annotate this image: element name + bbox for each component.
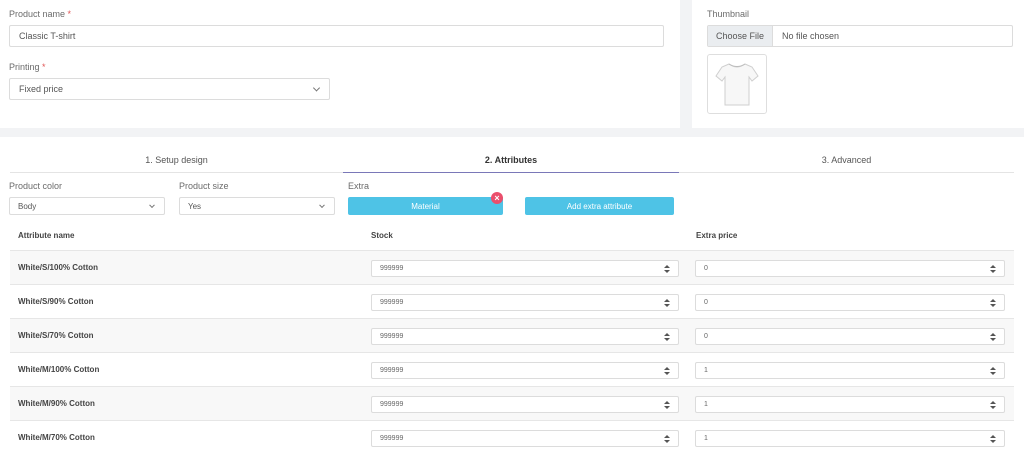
table-row: White/M/100% Cotton 999999 1 — [10, 352, 1014, 386]
spinner-icon[interactable] — [990, 299, 996, 307]
product-color-value: Body — [18, 201, 37, 211]
extra-price-input[interactable]: 1 — [695, 362, 1005, 379]
extra-label: Extra — [348, 181, 370, 191]
product-color-label: Product color — [9, 181, 63, 191]
stock-input[interactable]: 999999 — [371, 260, 679, 277]
tab-attributes[interactable]: 2. Attributes — [343, 146, 679, 173]
attribute-name: White/S/100% Cotton — [18, 263, 99, 272]
product-info-card — [0, 0, 680, 128]
table-row: White/M/70% Cotton 999999 1 — [10, 420, 1014, 453]
product-color-select[interactable]: Body — [9, 197, 165, 215]
file-status: No file chosen — [782, 31, 840, 41]
spinner-icon[interactable] — [664, 367, 670, 375]
tshirt-icon — [715, 63, 759, 106]
attribute-name: White/M/90% Cotton — [18, 399, 95, 408]
extra-price-input[interactable]: 1 — [695, 396, 1005, 413]
column-header-stock: Stock — [371, 231, 393, 240]
table-row: White/S/70% Cotton 999999 0 — [10, 318, 1014, 352]
table-row: White/M/90% Cotton 999999 1 — [10, 386, 1014, 420]
printing-label: Printing * — [9, 62, 46, 72]
chevron-down-icon — [312, 84, 321, 92]
stock-input[interactable]: 999999 — [371, 328, 679, 345]
stock-input[interactable]: 999999 — [371, 396, 679, 413]
attribute-name: White/S/90% Cotton — [18, 297, 94, 306]
spinner-icon[interactable] — [990, 367, 996, 375]
choose-file-button[interactable]: Choose File — [708, 26, 774, 46]
spinner-icon[interactable] — [990, 333, 996, 341]
spinner-icon[interactable] — [990, 265, 996, 273]
printing-value: Fixed price — [19, 84, 64, 94]
spinner-icon[interactable] — [664, 401, 670, 409]
product-size-label: Product size — [179, 181, 229, 191]
extra-price-input[interactable]: 1 — [695, 430, 1005, 447]
file-input[interactable]: Choose File No file chosen — [707, 25, 1013, 47]
stock-input[interactable]: 999999 — [371, 430, 679, 447]
extra-price-input[interactable]: 0 — [695, 328, 1005, 345]
table-row: White/S/90% Cotton 999999 0 — [10, 284, 1014, 318]
spinner-icon[interactable] — [664, 333, 670, 341]
column-header-attribute-name: Attribute name — [18, 231, 75, 240]
active-tab-indicator — [343, 172, 679, 173]
spinner-icon[interactable] — [990, 435, 996, 443]
close-icon[interactable]: × — [491, 192, 503, 204]
tab-advanced[interactable]: 3. Advanced — [679, 146, 1014, 173]
spinner-icon[interactable] — [990, 401, 996, 409]
column-header-extra-price: Extra price — [696, 231, 738, 240]
add-extra-attribute-button[interactable]: Add extra attribute — [525, 197, 674, 215]
thumbnail-label: Thumbnail — [707, 9, 750, 19]
product-name-input[interactable]: Classic T-shirt — [9, 25, 664, 47]
attribute-name: White/M/100% Cotton — [18, 365, 100, 374]
product-name-label: Product name * — [9, 9, 72, 19]
chevron-down-icon — [149, 202, 155, 209]
chevron-down-icon — [319, 202, 325, 209]
product-name-value: Classic T-shirt — [19, 31, 76, 41]
extra-price-input[interactable]: 0 — [695, 294, 1005, 311]
thumbnail-preview[interactable] — [707, 54, 767, 114]
product-size-value: Yes — [188, 201, 202, 211]
spinner-icon[interactable] — [664, 299, 670, 307]
attribute-name: White/M/70% Cotton — [18, 433, 95, 442]
table-row: White/S/100% Cotton 999999 0 — [10, 250, 1014, 284]
product-size-select[interactable]: Yes — [179, 197, 335, 215]
spinner-icon[interactable] — [664, 435, 670, 443]
printing-select[interactable]: Fixed price — [9, 78, 330, 100]
material-attribute-chip[interactable]: Material — [348, 197, 503, 215]
stock-input[interactable]: 999999 — [371, 362, 679, 379]
stock-input[interactable]: 999999 — [371, 294, 679, 311]
tab-setup-design[interactable]: 1. Setup design — [10, 146, 343, 173]
spinner-icon[interactable] — [664, 265, 670, 273]
attribute-name: White/S/70% Cotton — [18, 331, 94, 340]
extra-price-input[interactable]: 0 — [695, 260, 1005, 277]
